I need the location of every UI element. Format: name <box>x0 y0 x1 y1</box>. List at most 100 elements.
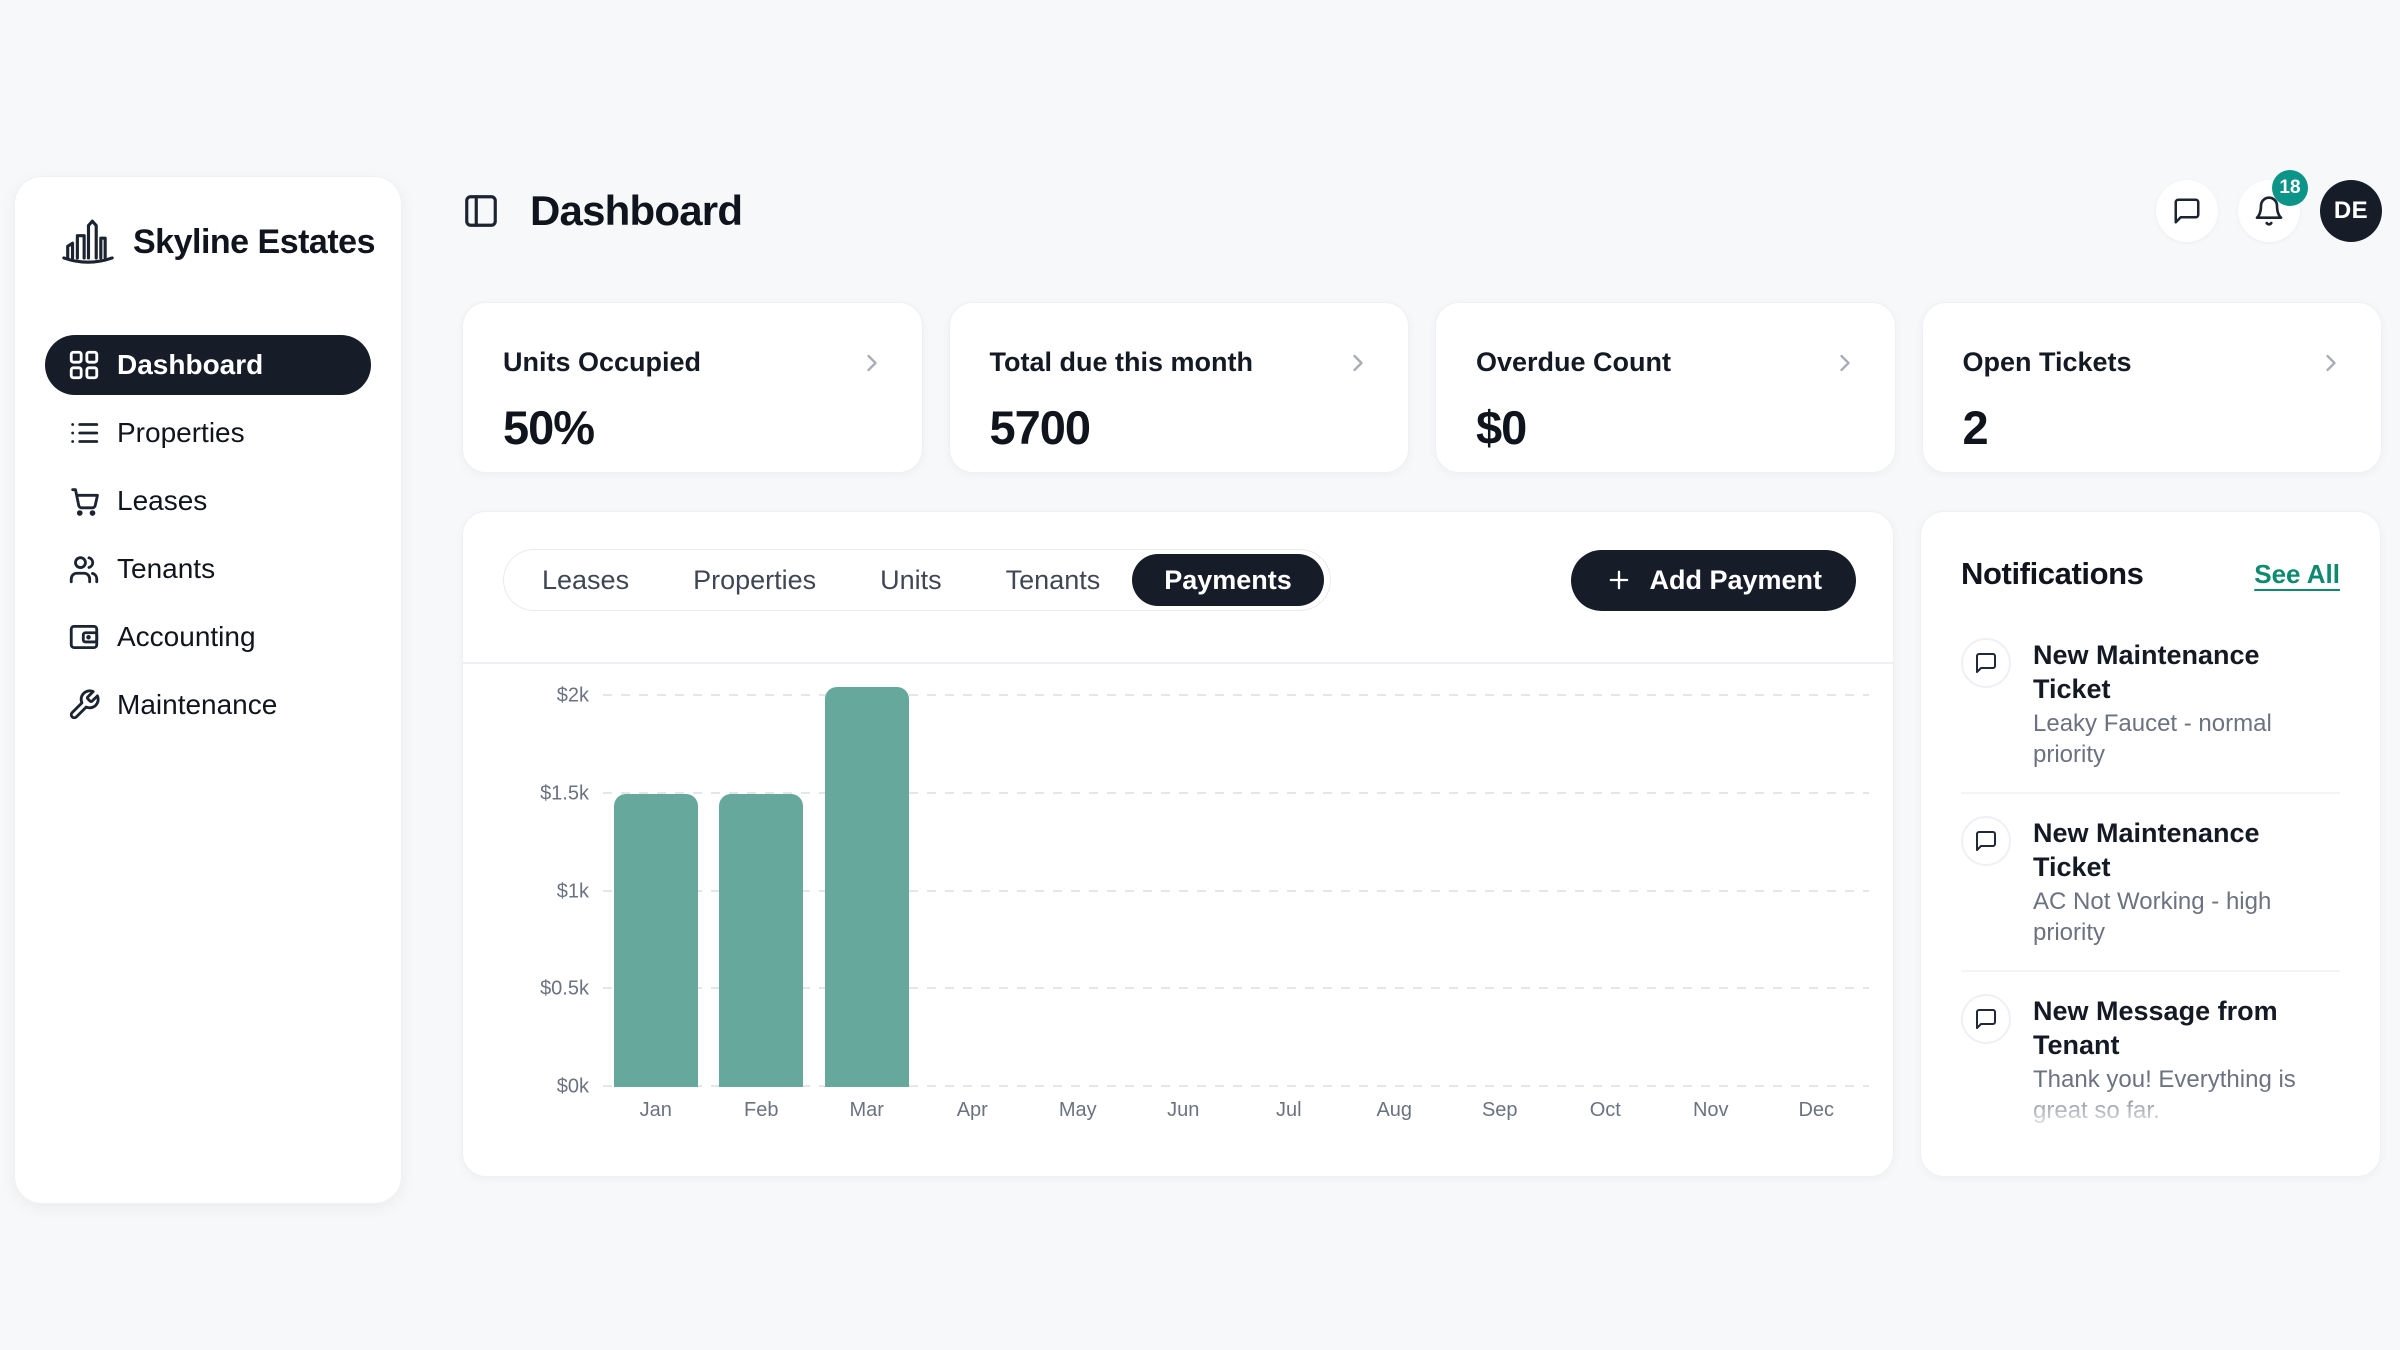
sidebar-item-label: Tenants <box>117 553 215 585</box>
y-tick-label: $1k <box>557 880 589 903</box>
add-payment-button[interactable]: Add Payment <box>1571 550 1856 611</box>
message-icon <box>1961 638 2011 688</box>
message-icon <box>1961 1172 2011 1177</box>
notification-item[interactable]: New Message from Tenant Thank you! Every… <box>1961 972 2340 1150</box>
x-tick-label: Nov <box>1658 1099 1764 1122</box>
y-tick-label: $1.5k <box>540 782 589 805</box>
stat-card-total-due[interactable]: Total due this month 5700 <box>949 302 1410 473</box>
sidebar-item-label: Dashboard <box>117 349 263 381</box>
page-title: Dashboard <box>530 187 742 235</box>
sidebar-item-properties[interactable]: Properties <box>45 403 371 463</box>
notification-title: New Maintenance Ticket <box>2033 1172 2340 1177</box>
tab-leases[interactable]: Leases <box>510 554 661 606</box>
brand-name: Skyline Estates <box>133 223 375 262</box>
bar-slot-nov <box>1658 667 1764 1087</box>
plus-icon <box>1605 566 1633 594</box>
sidebar-item-label: Leases <box>117 485 207 517</box>
add-payment-label: Add Payment <box>1649 565 1822 596</box>
bar-slot-oct <box>1553 667 1659 1087</box>
stat-label: Total due this month <box>990 347 1253 378</box>
payments-bar-chart: $0k$0.5k$1k$1.5k$2k JanFebMarAprMayJunJu… <box>519 667 1869 1122</box>
bar-jan <box>614 794 698 1087</box>
panel-left-icon[interactable] <box>462 192 500 230</box>
x-tick-label: Jun <box>1131 1099 1237 1122</box>
payments-chart-card: Leases Properties Units Tenants Payments… <box>462 511 1894 1177</box>
x-tick-label: Mar <box>814 1099 920 1122</box>
notification-item[interactable]: New Maintenance Ticket AC Not Working - … <box>1961 794 2340 972</box>
notification-item[interactable]: New Maintenance Ticket Leaky Faucet - no… <box>1961 616 2340 794</box>
sidebar: Skyline Estates Dashboard Properties Lea… <box>14 176 402 1204</box>
bar-slot-may <box>1025 667 1131 1087</box>
notification-item[interactable]: New Maintenance Ticket Leaky Faucet - no… <box>1961 1150 2340 1177</box>
chat-button[interactable] <box>2156 180 2218 242</box>
notifications-list: New Maintenance Ticket Leaky Faucet - no… <box>1961 616 2340 1177</box>
see-all-link[interactable]: See All <box>2254 559 2340 590</box>
notifications-title: Notifications <box>1961 556 2144 592</box>
stat-label: Units Occupied <box>503 347 701 378</box>
y-tick-label: $0k <box>557 1076 589 1099</box>
sidebar-item-label: Maintenance <box>117 689 277 721</box>
bar-slot-mar <box>814 667 920 1087</box>
x-tick-label: Oct <box>1553 1099 1659 1122</box>
chevron-right-icon <box>858 349 886 377</box>
tab-tenants[interactable]: Tenants <box>974 554 1133 606</box>
sidebar-nav: Dashboard Properties Leases Tenants Acco… <box>45 335 371 735</box>
x-tick-label: Jan <box>603 1099 709 1122</box>
sidebar-item-dashboard[interactable]: Dashboard <box>45 335 371 395</box>
panel-row: Leases Properties Units Tenants Payments… <box>462 511 2382 1177</box>
divider <box>463 662 1893 664</box>
topbar: Dashboard 18 DE <box>462 176 2382 246</box>
wallet-icon <box>67 620 101 654</box>
y-tick-label: $2k <box>557 685 589 708</box>
tab-units[interactable]: Units <box>848 554 974 606</box>
notification-title: New Maintenance Ticket <box>2033 816 2340 884</box>
skyline-logo-icon <box>59 213 117 271</box>
notifications-button[interactable]: 18 <box>2238 180 2300 242</box>
bar-slot-jul <box>1236 667 1342 1087</box>
users-icon <box>67 552 101 586</box>
sidebar-item-tenants[interactable]: Tenants <box>45 539 371 599</box>
x-tick-label: Apr <box>920 1099 1026 1122</box>
sidebar-item-label: Accounting <box>117 621 256 653</box>
brand: Skyline Estates <box>15 177 401 271</box>
stat-card-units-occupied[interactable]: Units Occupied 50% <box>462 302 923 473</box>
stat-label: Overdue Count <box>1476 347 1671 378</box>
chart-tab-bar: Leases Properties Units Tenants Payments <box>503 549 1331 611</box>
stats-row: Units Occupied 50% Total due this month … <box>462 302 2382 473</box>
stat-value: 5700 <box>990 400 1373 455</box>
stat-value: $0 <box>1476 400 1859 455</box>
chart-plot <box>603 667 1869 1087</box>
sidebar-item-maintenance[interactable]: Maintenance <box>45 675 371 735</box>
notification-body: AC Not Working - high priority <box>2033 886 2340 948</box>
notification-count-badge: 18 <box>2272 170 2308 206</box>
cart-icon <box>67 484 101 518</box>
sidebar-item-accounting[interactable]: Accounting <box>45 607 371 667</box>
x-tick-label: May <box>1025 1099 1131 1122</box>
topbar-actions: 18 DE <box>2156 180 2382 242</box>
notification-title: New Maintenance Ticket <box>2033 638 2340 706</box>
x-tick-label: Jul <box>1236 1099 1342 1122</box>
sidebar-item-leases[interactable]: Leases <box>45 471 371 531</box>
stat-value: 50% <box>503 400 886 455</box>
avatar[interactable]: DE <box>2320 180 2382 242</box>
chevron-right-icon <box>1831 349 1859 377</box>
bar-slot-sep <box>1447 667 1553 1087</box>
message-icon <box>1961 816 2011 866</box>
notifications-card: Notifications See All New Maintenance Ti… <box>1920 511 2381 1177</box>
stat-value: 2 <box>1963 400 2346 455</box>
list-icon <box>67 416 101 450</box>
chevron-right-icon <box>2317 349 2345 377</box>
chat-icon <box>2172 196 2202 226</box>
stat-card-open-tickets[interactable]: Open Tickets 2 <box>1922 302 2383 473</box>
tab-payments[interactable]: Payments <box>1132 554 1324 606</box>
bar-mar <box>825 687 909 1087</box>
x-tick-label: Sep <box>1447 1099 1553 1122</box>
bar-feb <box>719 794 803 1087</box>
bar-slot-feb <box>709 667 815 1087</box>
sidebar-item-label: Properties <box>117 417 245 449</box>
chart-x-axis: JanFebMarAprMayJunJulAugSepOctNovDec <box>603 1099 1869 1122</box>
stat-card-overdue-count[interactable]: Overdue Count $0 <box>1435 302 1896 473</box>
chart-bars <box>603 667 1869 1087</box>
tab-properties[interactable]: Properties <box>661 554 848 606</box>
wrench-icon <box>67 688 101 722</box>
